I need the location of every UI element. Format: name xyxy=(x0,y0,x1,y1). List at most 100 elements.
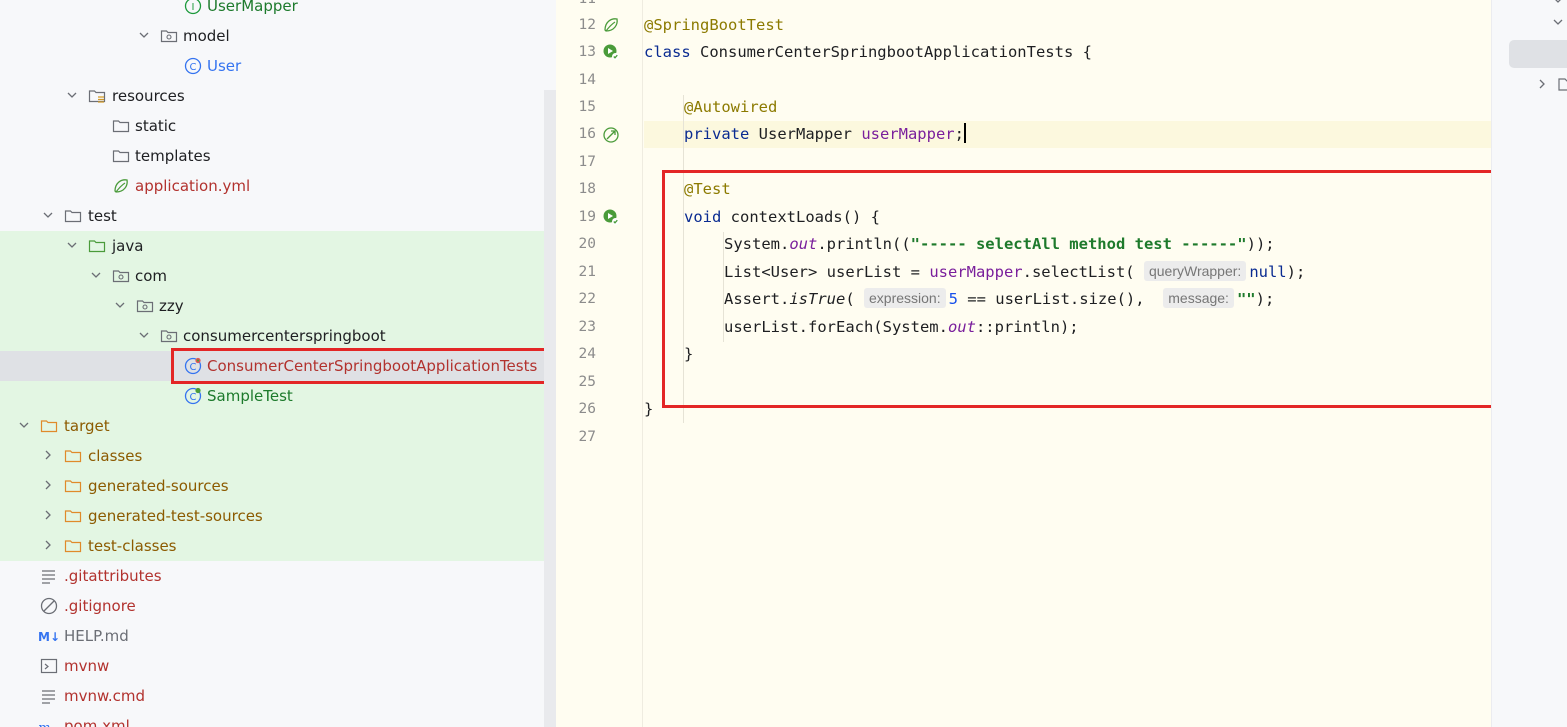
editor-gutter: 11 12 13 14 15 16 17 18 19 20 21 22 23 2… xyxy=(556,0,643,727)
code-line-13: class ConsumerCenterSpringbootApplicatio… xyxy=(644,39,1092,66)
tree-item-label: templates xyxy=(135,147,211,165)
tree-item-mvnw-cmd[interactable]: mvnw.cmd xyxy=(0,681,544,711)
tree-item-generated-test-sources[interactable]: generated-test-sources xyxy=(0,501,544,531)
line-number: 19 xyxy=(578,209,596,225)
tree-item-resources[interactable]: resources xyxy=(0,81,544,111)
svg-text:I: I xyxy=(192,2,195,13)
code-editor[interactable]: 11 12 13 14 15 16 17 18 19 20 21 22 23 2… xyxy=(556,0,1491,727)
code-text: ; xyxy=(954,125,964,143)
line-number: 12 xyxy=(578,17,596,33)
tree-item-label: com xyxy=(135,267,168,285)
line-number: 18 xyxy=(578,181,596,197)
chevron-down-icon[interactable] xyxy=(114,299,126,311)
chevron-down-icon[interactable] xyxy=(90,269,102,281)
tree-item-static[interactable]: static xyxy=(0,111,544,141)
autowired-bean-icon[interactable] xyxy=(602,126,620,144)
tree-item-label: generated-sources xyxy=(88,477,229,495)
chevron-down-icon[interactable] xyxy=(138,29,150,41)
excluded-folder-icon xyxy=(64,450,82,463)
test-class-icon: C xyxy=(184,387,202,405)
selected-tool-item[interactable] xyxy=(1509,40,1567,68)
chevron-right-icon[interactable] xyxy=(42,539,54,551)
run-test-icon[interactable] xyxy=(602,208,620,226)
tree-item-templates[interactable]: templates xyxy=(0,141,544,171)
ignore-file-icon xyxy=(40,597,58,615)
chevron-down-icon[interactable] xyxy=(18,419,30,431)
code-text: } xyxy=(644,400,654,418)
tree-item-application-yml[interactable]: application.yml xyxy=(0,171,544,201)
line-number: 22 xyxy=(578,291,596,307)
maven-icon: m xyxy=(38,721,50,727)
spring-config-icon xyxy=(114,179,128,193)
project-tree-panel: I UserMapper model C User resources stat… xyxy=(0,0,556,727)
annotation: @Autowired xyxy=(684,98,778,116)
tree-item-label: .gitattributes xyxy=(64,567,162,585)
chevron-down-icon[interactable] xyxy=(1552,0,1564,6)
chevron-right-icon[interactable] xyxy=(42,509,54,521)
chevron-down-icon[interactable] xyxy=(66,239,78,251)
tree-item-model[interactable]: model xyxy=(0,21,544,51)
tree-item-label: pom.xml xyxy=(64,717,130,727)
tree-item-pom-xml[interactable]: m pom.xml xyxy=(0,711,544,727)
tree-item-consumercenterspringboot[interactable]: consumercenterspringboot xyxy=(0,321,544,351)
tree-item-label: resources xyxy=(112,87,185,105)
code-line-16: private UserMapper userMapper; xyxy=(684,121,966,148)
tree-item-label: mvnw.cmd xyxy=(64,687,146,705)
tree-item-mvnw[interactable]: mvnw xyxy=(0,651,544,681)
chevron-down-icon[interactable] xyxy=(138,329,150,341)
right-tool-strip xyxy=(1491,0,1567,727)
line-number: 21 xyxy=(578,264,596,280)
code-text: ConsumerCenterSpringbootApplicationTests… xyxy=(690,43,1092,61)
tree-item-label: UserMapper xyxy=(207,0,298,15)
line-number: 26 xyxy=(578,401,596,417)
package-icon xyxy=(160,30,178,43)
tree-item-gitattributes[interactable]: .gitattributes xyxy=(0,561,544,591)
tree-item-label: static xyxy=(135,117,177,135)
tree-item-label: java xyxy=(112,237,144,255)
tree-item-classes[interactable]: classes xyxy=(0,441,544,471)
svg-text:m: m xyxy=(38,721,50,727)
tree-item-help-md[interactable]: M↓ HELP.md xyxy=(0,621,544,651)
tree-highlight-box xyxy=(171,348,552,384)
chevron-down-icon[interactable] xyxy=(42,209,54,221)
svg-text:M↓: M↓ xyxy=(38,630,60,644)
tree-item-target[interactable]: target xyxy=(0,411,544,441)
folder-icon xyxy=(112,150,130,163)
tree-item-label: .gitignore xyxy=(64,597,136,615)
chevron-right-icon[interactable] xyxy=(42,479,54,491)
tree-item-user[interactable]: C User xyxy=(0,51,544,81)
test-sources-folder-icon xyxy=(88,240,106,253)
class-icon: C xyxy=(184,57,202,75)
tree-item-zzy[interactable]: zzy xyxy=(0,291,544,321)
tree-item-generated-sources[interactable]: generated-sources xyxy=(0,471,544,501)
tree-item-test[interactable]: test xyxy=(0,201,544,231)
tree-scrollbar[interactable] xyxy=(544,90,556,727)
excluded-folder-icon xyxy=(40,420,58,433)
code-highlight-box xyxy=(662,170,1491,408)
tree-item-test-classes[interactable]: test-classes xyxy=(0,531,544,561)
field: userMapper xyxy=(861,125,955,143)
tree-item-label: zzy xyxy=(159,297,184,315)
line-number: 15 xyxy=(578,99,596,115)
package-icon xyxy=(160,330,178,343)
folder-icon xyxy=(1558,78,1567,91)
tree-item-com[interactable]: com xyxy=(0,261,544,291)
chevron-right-icon[interactable] xyxy=(42,449,54,461)
tree-item-usermapper[interactable]: I UserMapper xyxy=(0,0,544,21)
tree-item-label: test-classes xyxy=(88,537,177,555)
line-number: 17 xyxy=(578,154,596,170)
chevron-down-icon[interactable] xyxy=(1552,16,1564,28)
tree-item-gitignore[interactable]: .gitignore xyxy=(0,591,544,621)
tree-item-label: classes xyxy=(88,447,143,465)
spring-bean-icon[interactable] xyxy=(602,16,620,34)
folder-icon xyxy=(64,210,82,223)
chevron-down-icon[interactable] xyxy=(66,89,78,101)
tree-item-java[interactable]: java xyxy=(0,231,544,261)
keyword: private xyxy=(684,125,750,143)
excluded-folder-icon xyxy=(64,480,82,493)
tree-item-label: model xyxy=(183,27,230,45)
run-test-icon[interactable] xyxy=(602,43,620,61)
chevron-right-icon[interactable] xyxy=(1536,78,1548,90)
tree-item-label: consumercenterspringboot xyxy=(183,327,386,345)
tree-item-sampletest[interactable]: C SampleTest xyxy=(0,381,544,411)
